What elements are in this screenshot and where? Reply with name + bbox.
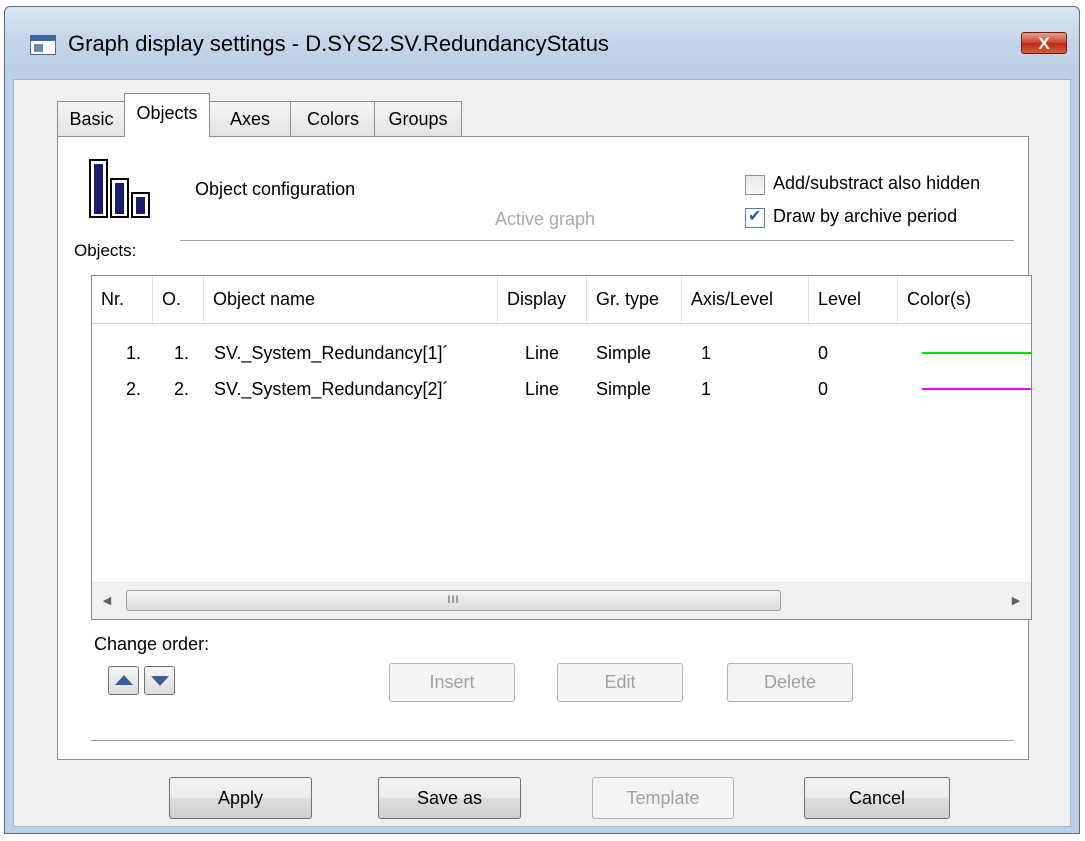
- cell-graph-type: Simple: [596, 379, 652, 399]
- archive-period-label: Draw by archive period: [773, 206, 958, 226]
- cell-nr: 1.: [126, 343, 142, 363]
- objects-list[interactable]: Nr. O. Object name Display Gr. type Axis…: [91, 275, 1032, 620]
- arrow-up-icon: [115, 675, 133, 685]
- scroll-right-icon[interactable]: ▶: [1001, 583, 1031, 619]
- cell-level: 0: [818, 379, 829, 399]
- panel-bottom-divider: [91, 740, 1014, 742]
- horizontal-scrollbar[interactable]: ◀ III ▶: [92, 582, 1031, 619]
- cell-order: 1.: [174, 343, 190, 363]
- dialog-window: Graph display settings - D.SYS2.SV.Redun…: [4, 6, 1080, 834]
- object-configuration-heading: Object configuration: [195, 179, 356, 199]
- delete-button[interactable]: Delete: [727, 663, 853, 702]
- active-graph-label: Active graph: [495, 209, 596, 229]
- color-swatch-green: [922, 352, 1031, 354]
- bar-chart-icon: [89, 159, 150, 218]
- cell-object-name: SV._System_Redundancy[1]´: [214, 343, 449, 363]
- table-row[interactable]: 2. 2. SV._System_Redundancy[2]´ Line Sim…: [92, 371, 1031, 407]
- move-up-button[interactable]: [108, 666, 139, 695]
- title-bar[interactable]: Graph display settings - D.SYS2.SV.Redun…: [5, 7, 1079, 79]
- cell-nr: 2.: [126, 379, 142, 399]
- objects-tab-panel: Object configuration Active graph Add/su…: [57, 136, 1032, 760]
- app-window-icon: [30, 35, 56, 55]
- archive-period-checkbox[interactable]: [745, 206, 765, 228]
- cell-axis-level: 1: [701, 343, 712, 363]
- window-title: Graph display settings - D.SYS2.SV.Redun…: [68, 31, 609, 56]
- objects-group-divider: [180, 240, 1014, 242]
- save-as-button[interactable]: Save as: [378, 777, 521, 819]
- add-hidden-checkbox[interactable]: [745, 175, 765, 195]
- scrollbar-grip: III: [447, 594, 460, 606]
- tab-objects[interactable]: Objects: [124, 93, 210, 137]
- cancel-button[interactable]: Cancel: [804, 777, 950, 819]
- column-header-level[interactable]: Level: [809, 276, 898, 323]
- template-button[interactable]: Template: [592, 777, 734, 819]
- scrollbar-thumb[interactable]: III: [126, 590, 781, 611]
- close-button[interactable]: X: [1021, 32, 1067, 54]
- objects-list-header: Nr. O. Object name Display Gr. type Axis…: [92, 276, 1031, 324]
- arrow-down-icon: [151, 676, 169, 686]
- cell-graph-type: Simple: [596, 343, 652, 363]
- cell-display: Line: [525, 379, 560, 399]
- column-header-object-name[interactable]: Object name: [204, 276, 498, 323]
- tab-colors[interactable]: Colors: [290, 101, 376, 136]
- column-header-colors[interactable]: Color(s): [898, 276, 1031, 323]
- dialog-client-area: Basic Objects Axes Colors Groups Object …: [13, 79, 1071, 827]
- column-header-axis-level[interactable]: Axis/Level: [682, 276, 809, 323]
- tab-axes[interactable]: Axes: [208, 101, 292, 136]
- scroll-left-icon[interactable]: ◀: [92, 583, 122, 619]
- objects-group-label: Objects:: [74, 241, 137, 260]
- column-header-graph-type[interactable]: Gr. type: [587, 276, 682, 323]
- tab-basic[interactable]: Basic: [57, 101, 126, 136]
- column-header-display[interactable]: Display: [498, 276, 587, 323]
- cell-object-name: SV._System_Redundancy[2]´: [214, 379, 449, 399]
- move-down-button[interactable]: [144, 666, 175, 695]
- insert-button[interactable]: Insert: [389, 663, 515, 702]
- cell-axis-level: 1: [701, 379, 712, 399]
- table-row[interactable]: 1. 1. SV._System_Redundancy[1]´ Line Sim…: [92, 335, 1031, 371]
- color-swatch-magenta: [922, 388, 1031, 390]
- cell-display: Line: [525, 343, 560, 363]
- edit-button[interactable]: Edit: [557, 663, 683, 702]
- cell-order: 2.: [174, 379, 190, 399]
- change-order-label: Change order:: [94, 634, 210, 654]
- apply-button[interactable]: Apply: [169, 777, 312, 819]
- cell-level: 0: [818, 343, 829, 363]
- add-hidden-label: Add/substract also hidden: [773, 173, 981, 193]
- tab-groups[interactable]: Groups: [374, 101, 462, 136]
- column-header-order[interactable]: O.: [153, 276, 204, 323]
- column-header-nr[interactable]: Nr.: [92, 276, 153, 323]
